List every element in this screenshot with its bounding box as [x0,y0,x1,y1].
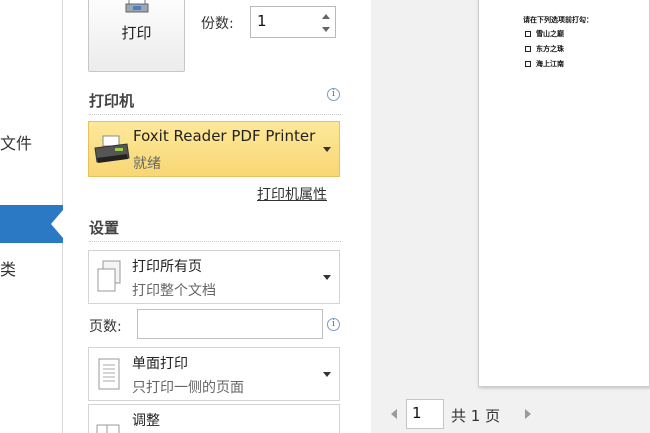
print-range-desc: 打印整个文档 [132,283,216,299]
print-settings-panel: 打印 份数: 1 打印机 i Foxit Reader PDF Printer … [64,0,434,433]
spin-up-icon[interactable] [322,14,330,19]
printer-device-icon [94,135,130,163]
settings-section-title: 设置 [89,219,120,237]
pages-label: 页数: [89,319,122,335]
copies-stepper[interactable]: 1 [250,6,336,38]
info-icon[interactable]: i [327,318,340,331]
collate-dropdown[interactable]: 调整 [88,404,340,433]
pages-input[interactable] [137,309,323,339]
printer-icon [125,0,149,13]
preview-option: 雪山之巅 [525,29,564,39]
preview-option-label: 海上江南 [536,60,564,68]
backstage-nav: 文件 类 [0,0,63,433]
collate-title: 调整 [132,413,160,429]
current-page-input[interactable]: 1 [406,399,444,429]
next-page-icon[interactable] [525,409,531,419]
checkbox-icon [525,31,531,37]
divider [89,114,341,115]
preview-option: 东方之珠 [525,44,564,54]
print-range-title: 打印所有页 [132,259,202,275]
print-backstage: 文件 类 打印 份数: 1 打印机 i Foxit Reader PDF Pri… [0,0,650,433]
preview-option-label: 雪山之巅 [536,30,564,38]
printer-name: Foxit Reader PDF Printer [133,127,316,145]
preview-option-label: 东方之珠 [536,45,564,53]
printer-section-title: 打印机 [89,92,135,110]
print-button[interactable]: 打印 [88,0,185,72]
spin-down-icon[interactable] [322,27,330,32]
sides-desc: 只打印一侧的页面 [132,380,244,396]
sides-dropdown[interactable]: 单面打印 只打印一侧的页面 [88,347,340,401]
active-pointer-arrow [51,210,63,238]
copies-value[interactable]: 1 [257,12,267,30]
prev-page-icon[interactable] [391,409,397,419]
nav-item-misc[interactable]: 类 [0,256,16,280]
single-side-icon [98,358,120,390]
checkbox-icon [525,46,531,52]
pages-icon [97,260,121,292]
sides-title: 单面打印 [132,356,188,372]
preview-page: 请在下列选项前打勾： 雪山之巅 东方之珠 海上江南 [478,0,650,387]
print-button-label: 打印 [121,24,152,42]
copies-label: 份数: [201,16,234,32]
chevron-down-icon [323,275,331,280]
printer-dropdown[interactable]: Foxit Reader PDF Printer 就绪 [88,121,340,177]
printer-properties-link[interactable]: 打印机属性 [257,184,327,204]
print-range-dropdown[interactable]: 打印所有页 打印整个文档 [88,250,340,304]
nav-item-file[interactable]: 文件 [0,130,32,154]
chevron-down-icon [323,372,331,377]
chevron-down-icon [323,147,331,152]
preview-option: 海上江南 [525,59,564,69]
preview-question: 请在下列选项前打勾： [523,16,593,24]
printer-status: 就绪 [133,156,161,172]
total-pages: 共 1 页 [451,407,501,425]
collate-icon [96,424,120,433]
print-preview: 请在下列选项前打勾： 雪山之巅 东方之珠 海上江南 1 共 1 页 [371,0,650,433]
divider [89,241,341,242]
checkbox-icon [525,61,531,67]
info-icon[interactable]: i [327,88,340,101]
